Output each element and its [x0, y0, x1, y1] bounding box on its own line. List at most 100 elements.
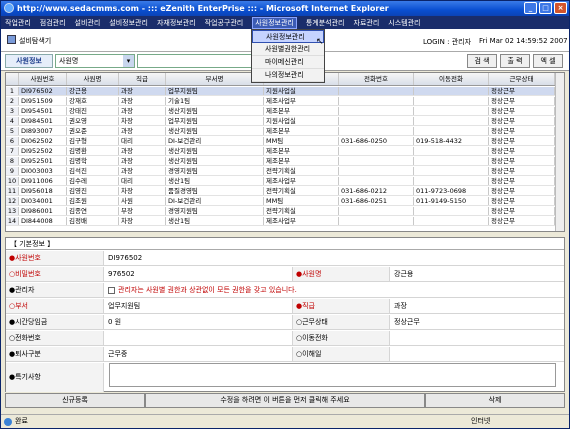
admin-field: 관리자는 사원별 권한과 상관없이 모든 권한을 갖고 있습니다.	[106, 283, 297, 297]
table-row[interactable]: 3 DI954501 강태진 과장 생산지원팀 제조본부 정상근무	[6, 107, 564, 116]
menu-data[interactable]: 자료관리	[354, 18, 380, 28]
table-cell	[414, 97, 489, 105]
table-cell: 김구형	[67, 137, 119, 145]
menu-equipment-info[interactable]: 설비정보관리	[109, 18, 148, 28]
column-header: 부서명	[166, 73, 264, 85]
leave-date-field[interactable]	[392, 347, 394, 361]
close-button[interactable]: ×	[554, 2, 567, 14]
table-cell: 김석진	[67, 167, 119, 175]
dropdown-employee-info[interactable]: 사원정보관리	[252, 30, 324, 43]
table-row[interactable]: 2 DI951509 강재호 과장 기술1팀 제조사업부 정상근무	[6, 97, 564, 106]
table-cell: 차장	[119, 187, 166, 195]
browser-window: http://www.sedacmms.com - ::: eZenith En…	[0, 0, 570, 429]
dropdown-my-info[interactable]: 나의정보관리	[252, 69, 324, 82]
table-row[interactable]: 14 DI844008 김정배 차장 생산1팀 제조사업부 정상근무	[6, 217, 564, 226]
excel-button[interactable]: 엑 셀	[533, 54, 563, 68]
rank-field[interactable]: 과장	[392, 299, 407, 313]
table-cell: 경영지원팀	[166, 207, 264, 215]
table-row[interactable]: 5 DI893007 권오준 과장 생산지원팀 제조본부 정상근무	[6, 127, 564, 136]
maximize-button[interactable]: □	[539, 2, 552, 14]
table-scrollbar[interactable]	[555, 73, 564, 231]
table-cell: 전략기획실	[264, 167, 339, 175]
table-cell	[414, 217, 489, 225]
print-button[interactable]: 출 력	[500, 54, 530, 68]
table-cell: 정상근무	[489, 87, 555, 95]
table-cell	[414, 167, 489, 175]
dropdown-employee-permission[interactable]: 사원별권한관리	[252, 43, 324, 56]
table-row[interactable]: 12 DI034001 김조원 사원 DI-보건관리 MM팀 031-686-0251 011…	[6, 197, 564, 206]
timestamp: Fri Mar 02 14:59:52 2007	[479, 37, 568, 45]
dropdown-messenger[interactable]: 마이메신관리	[252, 56, 324, 69]
form-row-admin: ●관리자 관리자는 사원별 권한과 상관없이 모든 권한을 갖고 있습니다.	[6, 283, 564, 298]
form-row-dept: ○부서 업무지원팀 ●직급 과장	[6, 299, 564, 314]
table-cell	[339, 157, 414, 165]
menu-work[interactable]: 작업관리	[5, 18, 31, 28]
table-cell	[339, 127, 414, 135]
table-cell: 정상근무	[489, 147, 555, 155]
table-row[interactable]: 6 DI062502 김구형 대리 DI-보건관리 MM팀 031-686-0250 019-…	[6, 137, 564, 146]
table-row[interactable]: 1 DI976502 강근용 과장 업무지원팀 지원사업실 정상근무	[6, 87, 564, 96]
minimize-button[interactable]: _	[524, 2, 537, 14]
table-cell: 11	[6, 187, 19, 195]
table-row[interactable]: 10 DI911006 김수레 대리 생산1팀 제조사업부 정상근무	[6, 177, 564, 186]
table-cell: 011-9149-5150	[414, 197, 489, 205]
edit-hint-button[interactable]: 수정을 하려면 이 버튼을 먼저 클릭해 주세요	[145, 393, 425, 408]
menu-tools[interactable]: 작업공구관리	[205, 18, 244, 28]
table-cell: 031-686-0251	[339, 197, 414, 205]
delete-button[interactable]: 삭제	[425, 393, 565, 408]
table-cell	[339, 207, 414, 215]
table-row[interactable]: 4 DI984501 권오영 차장 업무지원팀 지원사업실 정상근무	[6, 117, 564, 126]
menu-employee-info[interactable]: 사원정보관리	[252, 16, 297, 29]
menu-statistics[interactable]: 통계분석관리	[306, 18, 345, 28]
leave-date-label: ○이해일	[292, 347, 390, 361]
status-field[interactable]: 정상근무	[392, 315, 420, 329]
table-cell	[339, 147, 414, 155]
new-record-button[interactable]: 신규등록	[5, 393, 145, 408]
remarks-label: ●특기사항	[6, 363, 104, 392]
table-cell: 6	[6, 137, 19, 145]
admin-checkbox[interactable]	[108, 286, 115, 294]
mobile-field[interactable]	[392, 331, 394, 345]
name-field[interactable]: 강근용	[392, 267, 413, 281]
table-cell: DI-보건관리	[166, 197, 264, 205]
table-cell	[414, 87, 489, 95]
table-cell: 차장	[119, 217, 166, 225]
table-row[interactable]: 9 DI003003 김석진 과장 경영지원팀 전략기획실 정상근무	[6, 167, 564, 176]
form-row-empno: ●사원번호 DI976502	[6, 251, 564, 266]
dept-field[interactable]: 업무지원팀	[106, 299, 140, 313]
password-field[interactable]: 976502	[106, 267, 135, 281]
table-cell: DI976502	[19, 87, 67, 95]
menu-inspection[interactable]: 점검관리	[40, 18, 66, 28]
search-button[interactable]: 검 색	[467, 54, 497, 68]
table-cell: 전략기획실	[264, 187, 339, 195]
title-bar: http://www.sedacmms.com - ::: eZenith En…	[1, 1, 569, 16]
menu-system[interactable]: 시스템관리	[388, 18, 420, 28]
column-header: 사원명	[67, 73, 119, 85]
home-icon[interactable]	[7, 35, 16, 44]
search-field-select[interactable]: 사원명 ▾	[55, 54, 135, 68]
menu-equipment[interactable]: 설비관리	[75, 18, 101, 28]
phone-field[interactable]	[106, 331, 108, 345]
table-cell: 생산지원팀	[166, 147, 264, 155]
rank-label: ●직급	[292, 299, 390, 313]
remarks-textarea[interactable]	[109, 363, 556, 387]
table-cell: 품질경영팀	[166, 187, 264, 195]
table-cell: 강재호	[67, 97, 119, 105]
table-row[interactable]: 8 DI952501 김명학 과장 생산지원팀 제조본부 정상근무	[6, 157, 564, 166]
menu-material-info[interactable]: 자재정보관리	[157, 18, 196, 28]
empno-field[interactable]: DI976502	[106, 251, 142, 265]
column-header: 사원번호	[19, 73, 67, 85]
table-row[interactable]: 13 DI986001 김종연 부장 경영지원팀 전략기획실 정상근무	[6, 207, 564, 216]
table-row[interactable]: 7 DI952502 김명환 과장 생산지원팀 제조본부 정상근무	[6, 147, 564, 156]
table-cell: 대리	[119, 177, 166, 185]
column-header: 이동전화	[414, 73, 489, 85]
table-cell: 생산지원팀	[166, 127, 264, 135]
table-row[interactable]: 11 DI956018 김영진 차장 품질경영팀 전략기획실 031-686-0212 011…	[6, 187, 564, 196]
table-cell	[414, 177, 489, 185]
leave-field[interactable]: 근무중	[106, 347, 127, 361]
table-cell: 제조사업부	[264, 97, 339, 105]
table-cell: DI003003	[19, 167, 67, 175]
table-cell: 생산지원팀	[166, 107, 264, 115]
login-info: LOGIN : 관리자	[423, 38, 472, 46]
hourly-field[interactable]: 0 원	[106, 315, 121, 329]
